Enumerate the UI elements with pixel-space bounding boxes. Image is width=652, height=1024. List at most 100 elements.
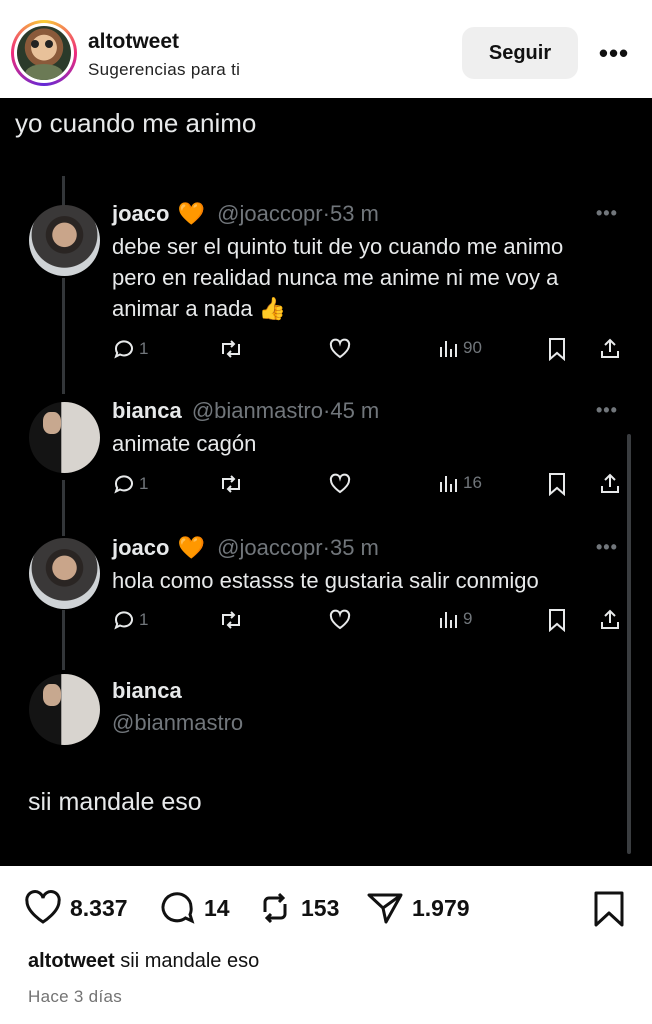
- post-header: altotweet Sugerencias para ti Seguir •••: [0, 0, 652, 98]
- suggestion-label: Sugerencias para ti: [88, 60, 241, 79]
- comment-icon: [161, 892, 195, 924]
- post-timestamp: Hace 3 días: [28, 987, 123, 1006]
- tweet-avatar[interactable]: [29, 538, 100, 609]
- repost-icon: [263, 892, 287, 924]
- reply-icon: [114, 475, 133, 494]
- views-count: 16: [463, 473, 482, 492]
- reply-action[interactable]: 1: [112, 608, 148, 632]
- post-actions: 8.337 14 153 1.979: [0, 866, 652, 950]
- share-count: 1.979: [412, 894, 470, 921]
- follow-button[interactable]: Seguir: [462, 27, 578, 79]
- account-name[interactable]: altotweet: [88, 30, 179, 54]
- tweet-author-handle[interactable]: @joaccopr: [217, 201, 323, 226]
- heart-icon: [329, 609, 351, 630]
- tweet-author-name[interactable]: joaco: [112, 201, 169, 226]
- like-action[interactable]: [328, 337, 352, 361]
- share-icon: [601, 609, 619, 629]
- like-button[interactable]: 8.337: [24, 890, 128, 926]
- post-caption: altotweet sii mandale eso: [28, 950, 259, 973]
- bookmark-icon: [549, 473, 565, 496]
- tweet-author-name[interactable]: joaco: [112, 535, 169, 560]
- tweet-more-icon[interactable]: •••: [596, 537, 618, 558]
- views-icon: [440, 476, 457, 492]
- tweet-actions: 1 16: [112, 472, 624, 500]
- tweet-avatar[interactable]: [29, 205, 100, 276]
- reply-count: 1: [139, 474, 149, 493]
- tweet-author-handle[interactable]: @joaccopr: [217, 535, 323, 560]
- views-action[interactable]: 16: [438, 472, 482, 494]
- tweet-author-handle[interactable]: @bianmastro: [192, 398, 323, 423]
- tweet-header: joaco 🧡 @joaccopr·53 m: [112, 201, 379, 227]
- views-count: 90: [463, 338, 482, 357]
- reply-icon: [114, 340, 133, 359]
- orange-heart-icon: 🧡: [177, 201, 205, 226]
- separator-dot: ·: [322, 201, 330, 226]
- heart-icon: [329, 473, 351, 494]
- bookmark-icon: [594, 891, 624, 927]
- reply-count: 1: [139, 610, 149, 629]
- tweet-actions: 1 9: [112, 608, 624, 636]
- reply-text: sii mandale eso: [28, 788, 202, 816]
- tweet-header: joaco 🧡 @joaccopr·35 m: [112, 535, 379, 561]
- thread-line: [62, 480, 65, 536]
- reply-handle[interactable]: @bianmastro: [112, 710, 243, 735]
- bookmark-action[interactable]: [546, 337, 568, 361]
- tweet-author-name[interactable]: bianca: [112, 398, 182, 423]
- views-icon: [440, 612, 457, 628]
- post-image[interactable]: yo cuando me animo joaco 🧡 @joaccopr·53 …: [0, 98, 652, 866]
- tweet-header: bianca @bianmastro·45 m: [112, 398, 379, 424]
- heart-outline-icon: [25, 890, 61, 924]
- retweet-action[interactable]: [218, 337, 244, 361]
- like-action[interactable]: [328, 472, 352, 496]
- share-action[interactable]: [598, 472, 622, 496]
- bookmark-action[interactable]: [546, 472, 568, 496]
- reply-avatar[interactable]: [29, 674, 100, 745]
- reply-action[interactable]: 1: [112, 337, 148, 361]
- reply-author-handle: @bianmastro: [112, 710, 243, 736]
- tweet-time: 45 m: [330, 398, 380, 423]
- reply-count: 1: [139, 339, 149, 358]
- orange-heart-icon: 🧡: [177, 535, 205, 560]
- like-count: 8.337: [70, 894, 128, 921]
- retweet-icon: [222, 475, 240, 493]
- thread-line: [62, 610, 65, 670]
- caption-account[interactable]: altotweet: [28, 950, 115, 972]
- reply-action[interactable]: 1: [112, 472, 148, 496]
- share-action[interactable]: [598, 337, 622, 361]
- scrollbar[interactable]: [627, 434, 631, 854]
- tweet-time: 53 m: [329, 201, 379, 226]
- reply-name[interactable]: bianca: [112, 678, 182, 703]
- retweet-action[interactable]: [218, 608, 244, 632]
- share-button[interactable]: 1.979: [366, 890, 470, 926]
- caption-text: sii mandale eso: [120, 950, 260, 972]
- tweet-avatar[interactable]: [29, 402, 100, 473]
- tweet-actions: 1 90: [112, 337, 624, 365]
- account-avatar[interactable]: [17, 26, 71, 80]
- views-action[interactable]: 90: [438, 337, 482, 359]
- repost-count: 153: [301, 894, 340, 921]
- save-button[interactable]: [593, 890, 625, 933]
- reply-icon: [114, 611, 133, 630]
- comment-button[interactable]: 14: [158, 890, 230, 926]
- tweet-text: animate cagón: [112, 431, 257, 456]
- share-action[interactable]: [598, 608, 622, 632]
- like-action[interactable]: [328, 608, 352, 632]
- tweet-text: debe ser el quinto tuit de yo cuando me …: [112, 234, 564, 321]
- thread-line: [62, 278, 65, 394]
- share-icon: [601, 473, 619, 493]
- reply-author-name: bianca: [112, 678, 182, 704]
- tweet-more-icon[interactable]: •••: [596, 400, 618, 421]
- repost-button[interactable]: 153: [257, 890, 339, 926]
- tweet-time: 35 m: [329, 535, 379, 560]
- views-action[interactable]: 9: [438, 608, 472, 630]
- heart-icon: [329, 338, 351, 359]
- bookmark-action[interactable]: [546, 608, 568, 632]
- bookmark-icon: [549, 609, 565, 632]
- story-ring[interactable]: [11, 20, 77, 86]
- retweet-action[interactable]: [218, 472, 244, 496]
- bookmark-icon: [549, 338, 565, 361]
- more-options-icon[interactable]: •••: [596, 38, 632, 68]
- views-count: 9: [463, 609, 473, 628]
- comment-count: 14: [204, 894, 230, 921]
- tweet-more-icon[interactable]: •••: [596, 203, 618, 224]
